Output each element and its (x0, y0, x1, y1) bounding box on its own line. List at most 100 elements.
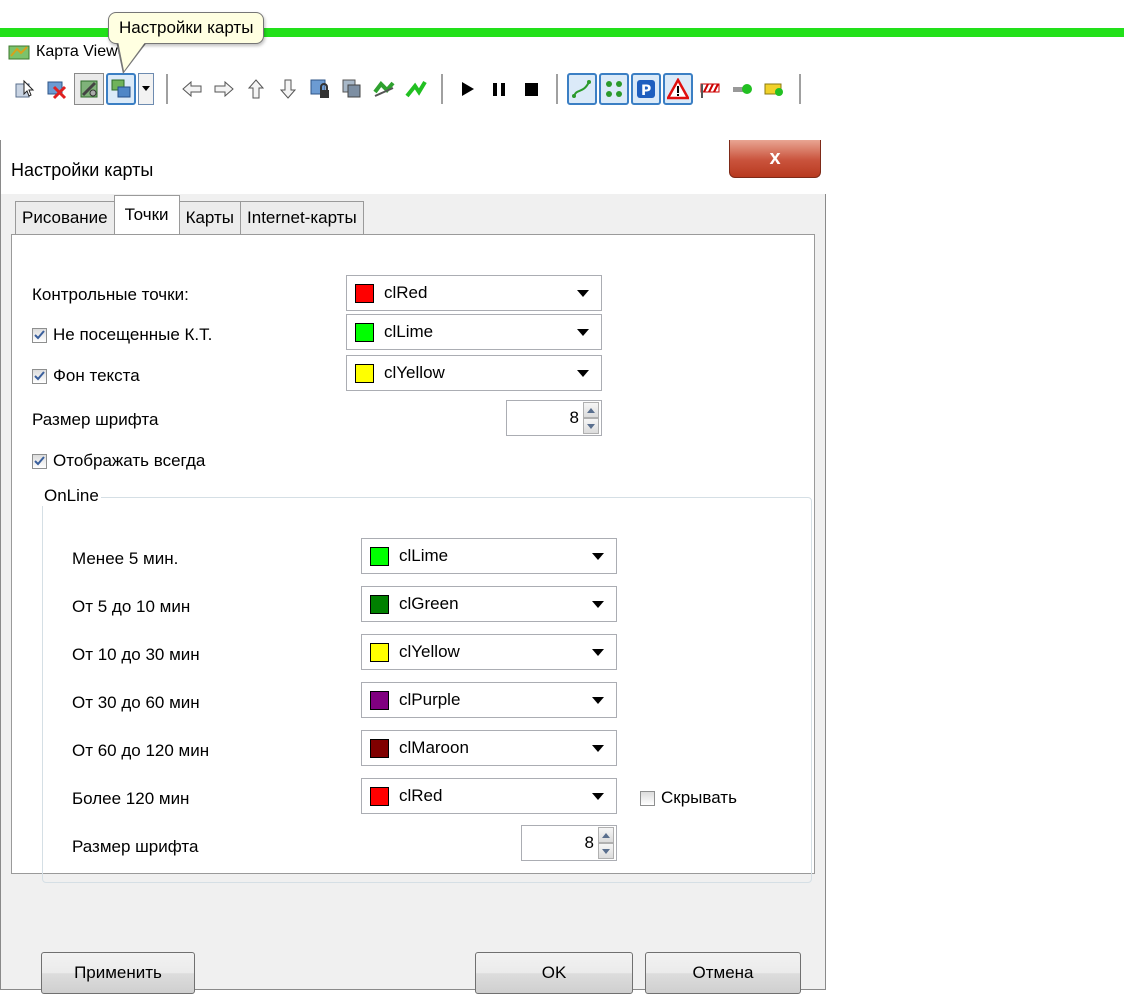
tab-internet-maps[interactable]: Internet-карты (240, 201, 364, 234)
online-row-label: От 60 до 120 мин (72, 741, 210, 760)
barrier-icon[interactable] (695, 73, 725, 105)
color-swatch (370, 786, 389, 806)
toolbar-separator (799, 74, 802, 104)
spin-up-button[interactable] (583, 402, 599, 418)
online-font-size-spinner[interactable]: 8 (521, 825, 617, 861)
chevron-down-icon (577, 289, 589, 297)
online-color-select[interactable]: clMaroon (361, 730, 617, 766)
route-icon[interactable] (369, 73, 399, 105)
color-swatch (370, 546, 389, 566)
online-row-label: Менее 5 мин. (72, 549, 179, 568)
pause-icon[interactable] (484, 73, 514, 105)
layer-switch-icon[interactable] (106, 73, 136, 105)
apply-button[interactable]: Применить (41, 952, 195, 994)
svg-text:P: P (641, 83, 651, 99)
arrow-down-icon[interactable] (273, 73, 303, 105)
points-icon[interactable] (599, 73, 629, 105)
track-line-icon[interactable] (567, 73, 597, 105)
combo-value: clLime (384, 322, 434, 341)
toolbar-separator (441, 74, 444, 104)
toolbar-separator (166, 74, 169, 104)
hide-checkbox[interactable]: Скрывать (640, 788, 737, 808)
tab-strip: Рисование Точки Карты Internet-карты (15, 195, 364, 234)
online-row-label: Более 120 мин (72, 789, 190, 808)
color-swatch (355, 363, 374, 383)
combo-value: clPurple (399, 690, 461, 709)
tooltip: Настройки карты (108, 12, 265, 44)
chevron-down-icon (577, 328, 589, 336)
unvisited-color-select[interactable]: clLime (346, 314, 602, 350)
show-always-label: Отображать всегда (53, 451, 206, 470)
online-color-select[interactable]: clRed (361, 778, 617, 814)
combo-value: clMaroon (399, 738, 469, 757)
copy-map-icon[interactable] (337, 73, 367, 105)
layer-dropdown-button[interactable] (138, 73, 154, 105)
color-swatch (355, 283, 374, 303)
combo-value: clGreen (399, 594, 459, 613)
warning-icon[interactable] (663, 73, 693, 105)
arrow-right-icon[interactable] (209, 73, 239, 105)
tooltip-tail (118, 41, 146, 71)
select-tool-icon[interactable] (10, 73, 40, 105)
checkbox-box[interactable] (640, 790, 655, 806)
control-points-color-select[interactable]: clRed (346, 275, 602, 311)
points-tab-panel: Контрольные точки: clRed Не посещенные К… (11, 234, 815, 883)
spin-down-button[interactable] (598, 843, 614, 859)
color-swatch (355, 322, 374, 342)
unvisited-label: Не посещенные К.Т. (53, 325, 213, 344)
online-color-select[interactable]: clLime (361, 538, 617, 574)
spin-down-button[interactable] (583, 418, 599, 434)
cancel-button[interactable]: Отмена (645, 952, 801, 994)
arrow-up-icon[interactable] (241, 73, 271, 105)
map-app-icon (8, 43, 30, 61)
play-icon[interactable] (452, 73, 482, 105)
text-bg-color-select[interactable]: clYellow (346, 355, 602, 391)
online-color-select[interactable]: clPurple (361, 682, 617, 718)
color-swatch (370, 738, 389, 758)
car-green-icon[interactable] (727, 73, 757, 105)
online-font-size-label: Размер шрифта (72, 837, 199, 856)
online-group-title: OnLine (42, 486, 101, 506)
tab-maps[interactable]: Карты (178, 201, 242, 234)
online-color-select[interactable]: clYellow (361, 634, 617, 670)
chevron-down-icon (592, 744, 604, 752)
spin-up-button[interactable] (598, 827, 614, 843)
color-swatch (370, 690, 389, 710)
close-button[interactable]: x (729, 140, 821, 178)
combo-value: clYellow (399, 642, 460, 661)
chevron-down-icon (592, 600, 604, 608)
show-always-checkbox[interactable]: Отображать всегда (32, 451, 205, 471)
lock-map-icon[interactable] (305, 73, 335, 105)
stop-icon[interactable] (516, 73, 546, 105)
combo-value: clRed (399, 786, 443, 805)
text-bg-checkbox[interactable]: Фон текста (32, 366, 140, 386)
main-toolbar: P (0, 66, 1124, 112)
dialog-titlebar: Настройки карты x (1, 140, 827, 194)
color-swatch (370, 642, 389, 662)
unvisited-checkbox[interactable]: Не посещенные К.Т. (32, 325, 212, 345)
tab-drawing[interactable]: Рисование (15, 201, 115, 234)
parking-icon[interactable]: P (631, 73, 661, 105)
online-row-label: От 30 до 60 мин (72, 693, 200, 712)
arrow-left-icon[interactable] (177, 73, 207, 105)
checkbox-box[interactable] (32, 327, 47, 343)
chevron-down-icon (577, 369, 589, 377)
spinner-buttons (598, 827, 614, 859)
spinner-value: 8 (584, 833, 594, 852)
combo-value: clRed (384, 283, 428, 302)
text-bg-label: Фон текста (53, 366, 140, 385)
route-green-icon[interactable] (401, 73, 431, 105)
checkbox-box[interactable] (32, 453, 47, 469)
ok-button[interactable]: OK (475, 952, 633, 994)
font-size-label: Размер шрифта (32, 410, 159, 429)
checkbox-box[interactable] (32, 368, 47, 384)
toolbar-separator (556, 74, 559, 104)
online-row-label: От 5 до 10 мин (72, 597, 191, 616)
tab-points[interactable]: Точки (113, 195, 180, 234)
delete-tool-icon[interactable] (42, 73, 72, 105)
combo-value: clLime (399, 546, 449, 565)
car-yellow-icon[interactable] (759, 73, 789, 105)
font-size-spinner[interactable]: 8 (506, 400, 602, 436)
map-settings-icon[interactable] (74, 73, 104, 105)
online-color-select[interactable]: clGreen (361, 586, 617, 622)
